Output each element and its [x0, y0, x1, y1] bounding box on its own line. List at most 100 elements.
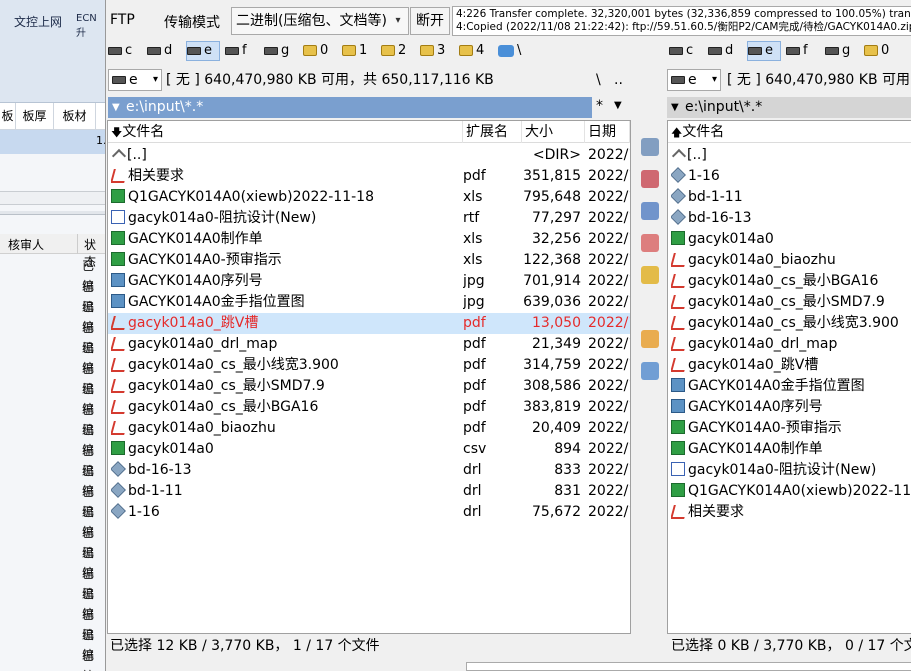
- bg-toolbar-item[interactable]: ECN升: [76, 13, 105, 39]
- file-row[interactable]: gacyk014a0_biaozhu pdf 20,409 2022/1: [108, 418, 630, 439]
- bg-status-cell[interactable]: 已编: [82, 318, 105, 355]
- bg-status-cell[interactable]: 已编: [82, 359, 105, 396]
- bg-status-cell[interactable]: 已编: [82, 379, 105, 416]
- bg-splitter[interactable]: [0, 211, 105, 215]
- file-row[interactable]: 相关要求 pdf 351,815 2022/1: [108, 166, 630, 187]
- left-filter-button[interactable]: *: [596, 98, 603, 114]
- right-drive-select[interactable]: e ▾: [667, 69, 721, 91]
- file-row[interactable]: gacyk014a0_cs_最小线宽3.900: [668, 313, 911, 334]
- file-row[interactable]: gacyk014a0_drl_map: [668, 334, 911, 355]
- bg-status-cell[interactable]: 已编: [82, 625, 105, 662]
- file-row[interactable]: bd-16-13 drl 833 2022/1: [108, 460, 630, 481]
- bg-status-cell[interactable]: 已编: [82, 564, 105, 601]
- file-row[interactable]: GACYK014A0制作单: [668, 439, 911, 460]
- bg-tab[interactable]: 板: [0, 103, 16, 130]
- pack-icon[interactable]: [641, 330, 659, 348]
- right-drive-d[interactable]: d: [708, 41, 742, 61]
- left-drive-1[interactable]: 1: [342, 41, 376, 61]
- bg-status-cell[interactable]: 已编: [82, 605, 105, 642]
- file-row[interactable]: [..] <DIR> 2022/1: [108, 145, 630, 166]
- file-row[interactable]: 相关要求: [668, 502, 911, 523]
- bg-status-cell[interactable]: 已编: [82, 338, 105, 375]
- bg-status-cell[interactable]: 已编: [82, 297, 105, 334]
- col-ext[interactable]: 扩展名: [463, 121, 522, 143]
- left-drive-c[interactable]: c: [108, 41, 142, 61]
- file-row[interactable]: gacyk014a0-阻抗设计(New): [668, 460, 911, 481]
- file-row[interactable]: GACYK014A0序列号 jpg 701,914 2022/1: [108, 271, 630, 292]
- bg-status-cell[interactable]: 已编: [82, 277, 105, 314]
- file-row[interactable]: 1-16: [668, 166, 911, 187]
- left-up-button[interactable]: ..: [614, 69, 623, 91]
- right-drive-c[interactable]: c: [669, 41, 703, 61]
- view-icon[interactable]: [641, 138, 659, 156]
- left-drive-g[interactable]: g: [264, 41, 298, 61]
- file-row[interactable]: gacyk014a0_cs_最小SMD7.9: [668, 292, 911, 313]
- edit-icon[interactable]: [641, 170, 659, 188]
- bg-status-cell[interactable]: 已编: [82, 482, 105, 519]
- left-drive-d[interactable]: d: [147, 41, 181, 61]
- left-filter-dropdown-icon[interactable]: ▼: [614, 100, 622, 111]
- right-drive-0[interactable]: 0: [864, 41, 898, 61]
- bg-col-reviewer[interactable]: 核审人: [8, 236, 44, 253]
- col-size[interactable]: 大小: [522, 121, 585, 143]
- bg-status-cell[interactable]: 已编: [82, 646, 105, 671]
- file-row[interactable]: GACYK014A0序列号: [668, 397, 911, 418]
- bg-scrollbar[interactable]: [0, 191, 105, 205]
- move-icon[interactable]: [641, 234, 659, 252]
- file-row[interactable]: 1-16 drl 75,672 2022/1: [108, 502, 630, 523]
- bg-status-cell[interactable]: 已编: [82, 400, 105, 437]
- left-drive-network[interactable]: \: [498, 41, 528, 61]
- file-row[interactable]: gacyk014a0_cs_最小线宽3.900 pdf 314,759 2022/1: [108, 355, 630, 376]
- left-path-bar[interactable]: ▼ e:\input\*.*: [108, 97, 592, 118]
- bg-status-cell[interactable]: 已编: [82, 584, 105, 621]
- transfer-mode-select[interactable]: 二进制(压缩包、文档等) ▾: [231, 7, 409, 35]
- file-row[interactable]: GACYK014A0-预审指示 xls 122,368 2022/1: [108, 250, 630, 271]
- file-row[interactable]: gacyk014a0: [668, 229, 911, 250]
- file-row[interactable]: gacyk014a0_cs_最小BGA16 pdf 383,819 2022/1: [108, 397, 630, 418]
- bg-status-cell[interactable]: 已编: [82, 543, 105, 580]
- left-drive-f[interactable]: f: [225, 41, 259, 61]
- ftp-log[interactable]: 4:226 Transfer complete. 32,320,001 byte…: [452, 6, 911, 36]
- file-row[interactable]: [..]: [668, 145, 911, 166]
- col-name[interactable]: 🡅文件名: [668, 121, 911, 143]
- right-drive-f[interactable]: f: [786, 41, 820, 61]
- file-row[interactable]: GACYK014A0金手指位置图: [668, 376, 911, 397]
- col-name[interactable]: 🡇文件名: [108, 121, 463, 143]
- file-row[interactable]: gacyk014a0_biaozhu: [668, 250, 911, 271]
- left-drive-2[interactable]: 2: [381, 41, 415, 61]
- command-line[interactable]: [466, 662, 911, 671]
- file-row[interactable]: Q1GACYK014A0(xiewb)2022-11-18 xls 795,648 2…: [108, 187, 630, 208]
- right-drive-g[interactable]: g: [825, 41, 859, 61]
- search-icon[interactable]: [641, 362, 659, 380]
- bg-status-cell[interactable]: 已编: [82, 461, 105, 498]
- bg-selected-row[interactable]: 1.: [0, 130, 105, 154]
- file-row[interactable]: GACYK014A0制作单 xls 32,256 2022/1: [108, 229, 630, 250]
- file-row[interactable]: bd-16-13: [668, 208, 911, 229]
- left-drive-e[interactable]: e: [186, 41, 220, 61]
- bg-status-cell[interactable]: 已编: [82, 502, 105, 539]
- bg-toolbar-item[interactable]: 文控上网: [14, 13, 62, 30]
- left-drive-3[interactable]: 3: [420, 41, 454, 61]
- copy-icon[interactable]: [641, 202, 659, 220]
- disconnect-button[interactable]: 断开: [410, 7, 450, 35]
- file-row[interactable]: gacyk014a0_跳V槽: [668, 355, 911, 376]
- file-row[interactable]: gacyk014a0 csv 894 2022/1: [108, 439, 630, 460]
- left-drive-4[interactable]: 4: [459, 41, 493, 61]
- file-row[interactable]: GACYK014A0金手指位置图 jpg 639,036 2022/1: [108, 292, 630, 313]
- bg-tab[interactable]: 板材: [54, 103, 96, 130]
- file-row[interactable]: gacyk014a0-阻抗设计(New) rtf 77,297 2022/1: [108, 208, 630, 229]
- file-row[interactable]: gacyk014a0_cs_最小BGA16: [668, 271, 911, 292]
- bg-status-cell[interactable]: 已编: [82, 420, 105, 457]
- bg-status-cell[interactable]: 已编: [82, 256, 105, 293]
- file-row[interactable]: gacyk014a0_cs_最小SMD7.9 pdf 308,586 2022/1: [108, 376, 630, 397]
- file-row[interactable]: gacyk014a0_drl_map pdf 21,349 2022/1: [108, 334, 630, 355]
- bg-tab[interactable]: 板厚: [16, 103, 54, 130]
- left-drive-0[interactable]: 0: [303, 41, 337, 61]
- file-row[interactable]: bd-1-11: [668, 187, 911, 208]
- file-row[interactable]: Q1GACYK014A0(xiewb)2022-11-18: [668, 481, 911, 502]
- file-row[interactable]: bd-1-11 drl 831 2022/1: [108, 481, 630, 502]
- left-root-button[interactable]: \: [596, 69, 601, 91]
- bg-status-cell[interactable]: 已编: [82, 441, 105, 478]
- file-row[interactable]: gacyk014a0_跳V槽 pdf 13,050 2022/1: [108, 313, 630, 334]
- col-date[interactable]: 日期: [585, 121, 630, 143]
